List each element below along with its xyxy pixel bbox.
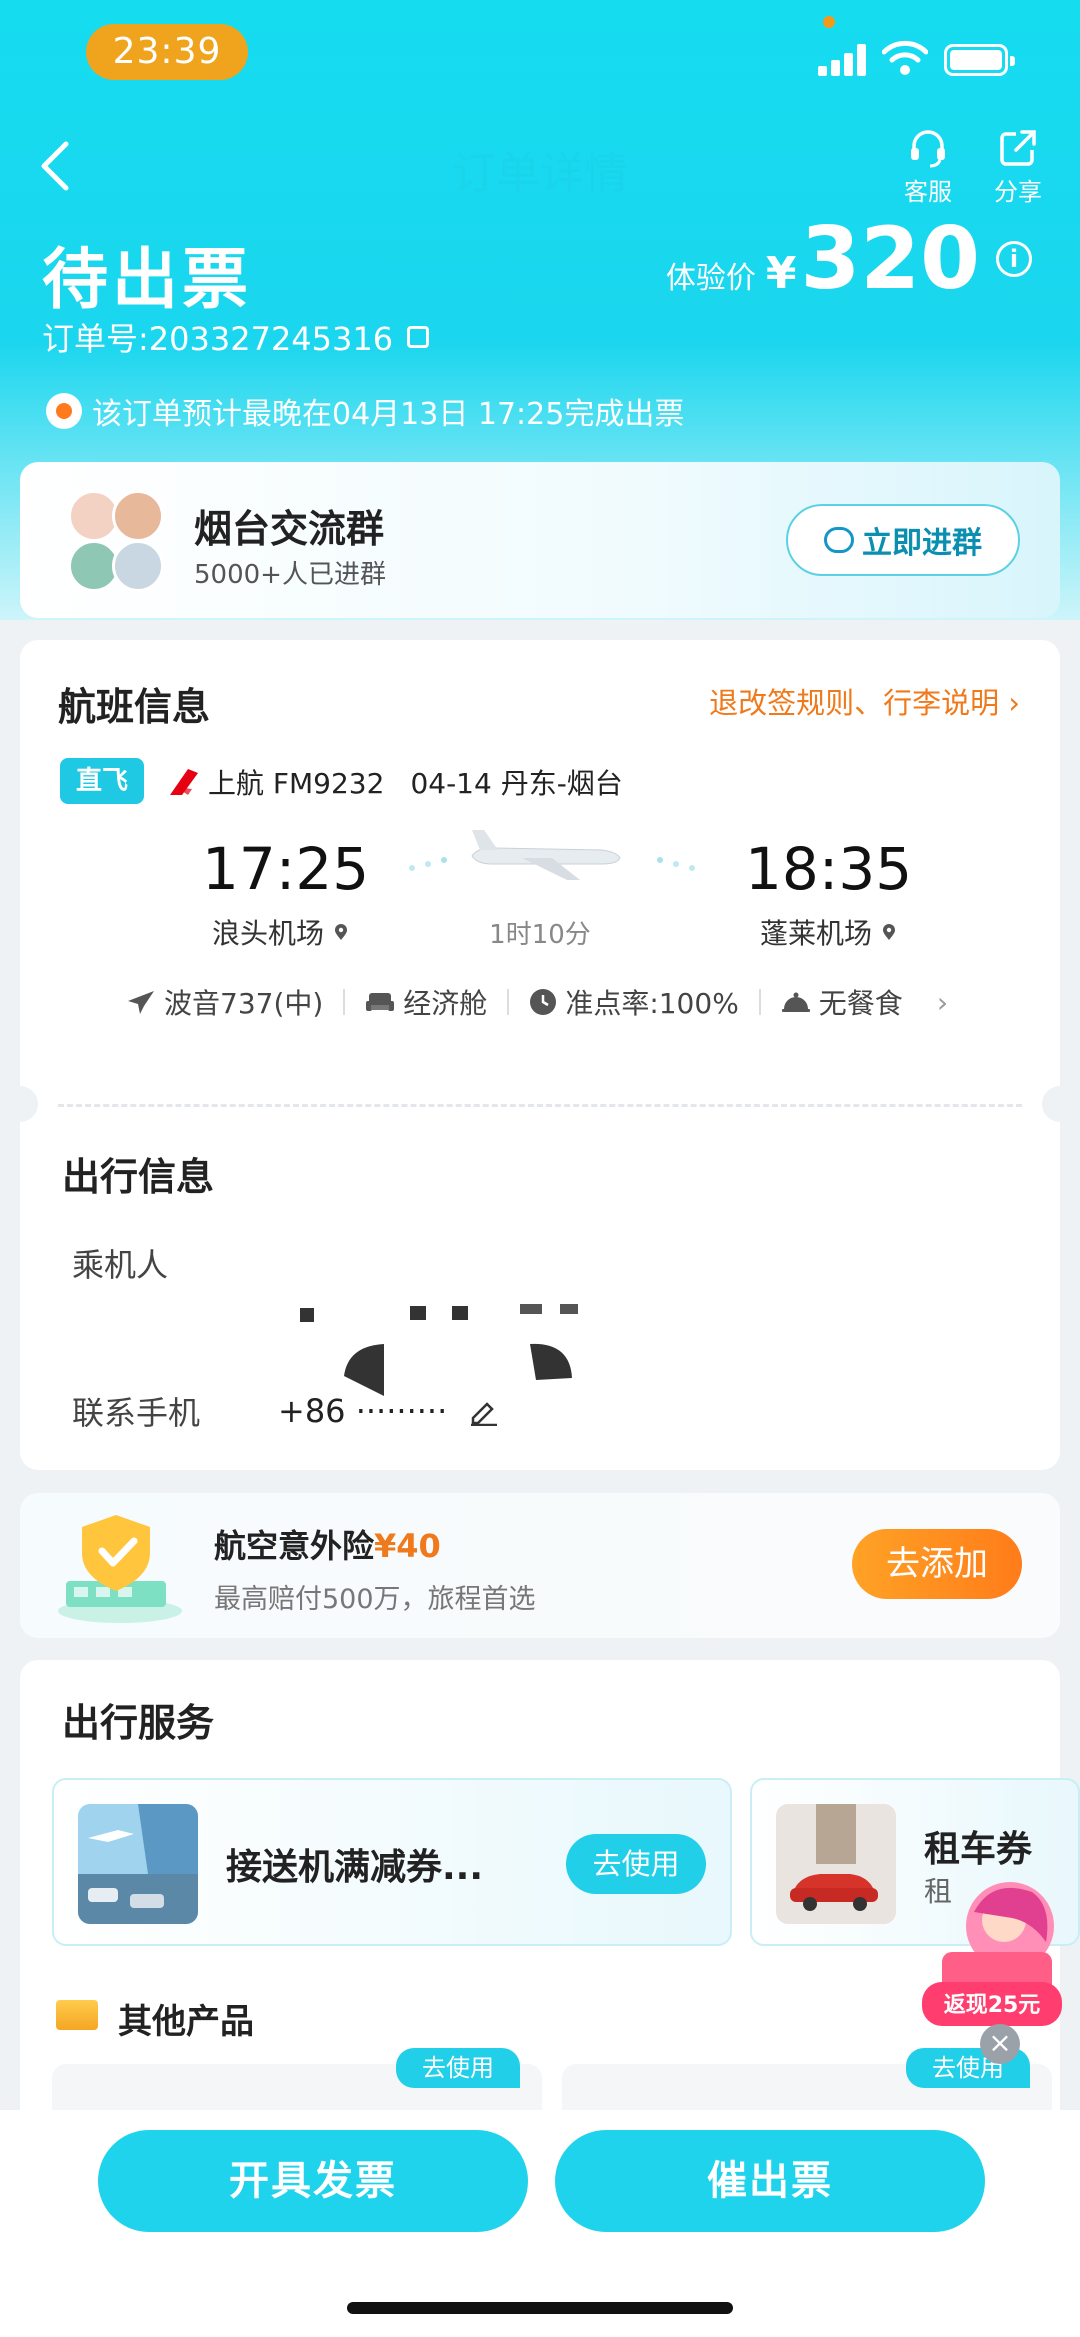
share-icon: [1000, 130, 1036, 166]
price-block: 体验价 ¥ 320 i: [666, 216, 1032, 302]
flight-facts-row[interactable]: 波音737(中) 经济舱 准点率:100% 无餐食 ›: [126, 982, 948, 1022]
price-info-icon[interactable]: i: [996, 241, 1032, 277]
airport-transfer-coupon[interactable]: 接送机满减券... 去使用: [52, 1778, 732, 1946]
use-coupon-button[interactable]: 去使用: [566, 1834, 706, 1894]
passenger-label: 乘机人: [72, 1246, 169, 1284]
phone-value: +86 ·········: [278, 1392, 448, 1430]
airplane-icon: [409, 830, 695, 880]
shield-icon: [58, 1515, 182, 1623]
rules-link-label: 退改签规则、行李说明: [709, 686, 1000, 720]
travel-section-title: 出行信息: [62, 1155, 215, 1199]
other-products-title: 其他产品: [118, 2002, 254, 2042]
airline-logo-icon: [170, 769, 198, 795]
wallet-icon: [56, 2000, 98, 2030]
share-label: 分享: [994, 178, 1042, 206]
clock-icon: [530, 989, 557, 1015]
dashed-divider: [58, 1104, 1022, 1107]
on-time-rate: 准点率:100%: [565, 987, 739, 1020]
service-label: 客服: [904, 178, 952, 206]
arrival-airport-name: 蓬莱机场: [760, 917, 873, 950]
divider: [507, 989, 510, 1015]
issue-invoice-button[interactable]: 开具发票: [98, 2130, 528, 2232]
departure-time: 17:25: [202, 835, 370, 903]
customer-service-button[interactable]: 客服: [893, 128, 963, 207]
airline-flight-no: 上航 FM9232: [208, 767, 385, 800]
insurance-amount: ¥40: [374, 1527, 441, 1565]
headset-icon: [911, 130, 945, 168]
ticketing-notice: 该订单预计最晚在04月13日 17:25完成出票: [46, 389, 684, 433]
home-indicator: [347, 2302, 733, 2314]
promo-text: 返现25元: [944, 1993, 1041, 2018]
price-value: 320: [800, 209, 980, 309]
group-avatars: [64, 490, 168, 594]
phone-label: 联系手机: [72, 1394, 201, 1432]
ticket-notch: [1042, 1086, 1078, 1122]
services-section-title: 出行服务: [62, 1701, 215, 1745]
cashback-promo-float[interactable]: 返现25元: [912, 1862, 1072, 2052]
join-group-button[interactable]: 立即进群: [786, 504, 1020, 576]
divider: [343, 989, 346, 1015]
aircraft-type: 波音737(中): [164, 987, 324, 1020]
group-members: 5000+人已进群: [194, 560, 386, 590]
signal-icon: [818, 44, 868, 76]
meal-icon: [781, 992, 810, 1012]
edit-icon[interactable]: [469, 1396, 499, 1426]
avatar: [112, 540, 164, 592]
flight-duration: 1时10分: [489, 920, 591, 950]
arrival-time: 18:35: [745, 835, 913, 903]
notice-text: 该订单预计最晚在04月13日 17:25完成出票: [92, 397, 685, 432]
ticket-notch: [2, 1086, 38, 1122]
seat-icon: [366, 993, 395, 1011]
notice-dot-icon: [46, 393, 82, 429]
car-rental-thumbnail: [776, 1804, 896, 1924]
privacy-indicator: [823, 16, 835, 28]
service-item-name: 接送机满减券...: [226, 1847, 484, 1888]
airline-row: 上航 FM9232 04-14 丹东-烟台: [168, 762, 623, 802]
location-pin-icon: [883, 924, 896, 940]
order-number-row: 订单号:203327245316: [42, 314, 430, 360]
meal-info: 无餐食: [818, 987, 903, 1020]
insurance-card: 航空意外险¥40 最高赔付500万，旅程首选 去添加: [20, 1493, 1060, 1638]
chat-icon: [824, 527, 854, 553]
wifi-icon: [882, 40, 928, 75]
contact-phone[interactable]: +86 ·········: [278, 1392, 499, 1430]
flight-section-title: 航班信息: [58, 685, 211, 729]
chevron-right-icon: ›: [999, 686, 1020, 720]
arrival-airport[interactable]: 蓬莱机场: [760, 912, 896, 952]
cabin-class: 经济舱: [403, 987, 488, 1020]
currency-symbol: ¥: [765, 248, 797, 299]
promo-character-icon: 返现25元: [922, 1882, 1062, 2026]
divider: [758, 989, 761, 1015]
add-insurance-button[interactable]: 去添加: [852, 1529, 1022, 1599]
share-button[interactable]: 分享: [983, 128, 1053, 207]
airport-thumbnail: [78, 1804, 198, 1924]
close-promo-icon[interactable]: ×: [980, 2024, 1020, 2064]
flight-date-route: 04-14 丹东-烟台: [410, 767, 623, 800]
direct-flight-tag: 直飞: [60, 758, 144, 804]
battery-icon: [944, 44, 1015, 76]
product-use-tag[interactable]: 去使用: [396, 2048, 520, 2088]
order-status: 待出票: [42, 241, 252, 318]
flight-info-card: 航班信息 退改签规则、行李说明 › 直飞 上航 FM9232 04-14 丹东-…: [2, 640, 1078, 1470]
rules-link[interactable]: 退改签规则、行李说明 ›: [709, 680, 1020, 722]
order-number: 订单号:203327245316: [42, 320, 394, 358]
plane-icon: [128, 991, 154, 1014]
chevron-right-icon: ›: [936, 985, 949, 1019]
insurance-title: 航空意外险¥40: [214, 1521, 441, 1567]
group-chat-card[interactable]: 烟台交流群 5000+人已进群 立即进群: [20, 462, 1060, 618]
copy-icon[interactable]: [407, 326, 430, 348]
insurance-name: 航空意外险: [214, 1527, 375, 1565]
urge-ticketing-button[interactable]: 催出票: [555, 2130, 985, 2232]
status-time: 23:39: [86, 24, 248, 80]
group-name: 烟台交流群: [194, 507, 385, 551]
avatar: [112, 490, 164, 542]
price-label: 体验价: [665, 261, 756, 296]
join-label: 立即进群: [862, 526, 982, 561]
insurance-subtitle: 最高赔付500万，旅程首选: [214, 1584, 536, 1615]
